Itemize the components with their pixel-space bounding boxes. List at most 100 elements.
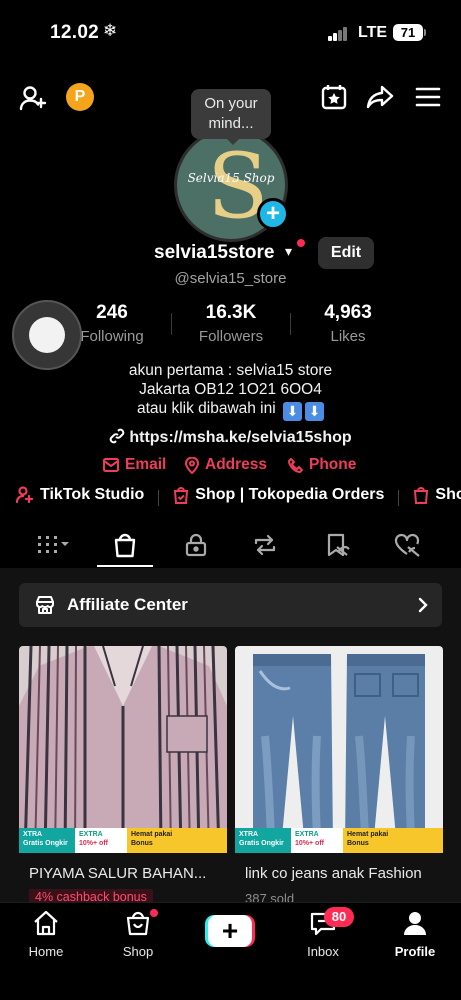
shopping-bag-check-icon [174,487,189,504]
edit-profile-button[interactable]: Edit [318,237,374,269]
badge-line: Bonus [131,840,153,847]
mail-icon [103,458,119,472]
badge-bonus: Hemat pakai Bonus [127,828,227,853]
chevron-down-icon[interactable]: ▾ [285,243,292,260]
shop-orders-label: Shop | Tokopedia Orders [195,486,385,503]
bookmark-eye-off-icon [327,533,350,557]
avatar-logo-text: Selvia15 Shop [187,171,275,185]
email-button[interactable]: Email [103,456,166,474]
phone-icon [288,457,303,473]
bio-line3: atau klik dibawah ini [136,400,276,417]
badge-line: EXTRA [295,831,319,838]
stat-likes[interactable]: 4,963 Likes [288,302,408,345]
product-title[interactable]: link co jeans anak Fashion [245,865,435,882]
nav-home[interactable]: Home [8,909,84,959]
menu-icon[interactable] [412,81,444,113]
shop-orders-shortcut[interactable]: Shop | Tokopedia Orders [173,486,384,504]
product-image-pajama[interactable] [19,646,227,853]
battery-tip [424,29,426,36]
lock-icon [185,533,207,557]
plus-icon: + [208,915,252,947]
badge-line: XTRA [23,831,43,838]
grid-icon [38,536,69,553]
profile-tabs [0,525,461,569]
tab-private[interactable] [168,525,224,565]
stat-value: 16.3K [205,302,257,323]
address-label: Address [205,456,268,473]
badge-line: Hemat pakai [347,831,389,838]
home-icon [34,910,58,936]
tab-shop[interactable] [97,525,153,565]
arrow-down-icon: ⬇ [305,402,325,421]
notification-dot [297,239,305,247]
profile-icon [404,912,426,935]
promo-badges: XTRA Gratis Ongkir EXTRA 10%+ off Hemat pa… [19,828,227,853]
badge-extra-off: EXTRA 10%+ off [291,828,343,853]
bubble-line1: On your [204,95,258,112]
assistive-touch-button[interactable] [12,300,82,370]
bottom-navigation: Home Shop + Inbox 80 Profile [0,902,461,1000]
shortcut-divider [398,490,400,506]
nav-shop[interactable]: Shop [100,909,176,959]
nav-shop-label: Shop [122,944,154,959]
email-label: Email [125,456,167,473]
tab-liked[interactable] [380,525,436,565]
status-bubble[interactable]: On your mind... [191,89,271,145]
creator-icon [16,486,34,504]
product-image-jeans[interactable] [235,646,443,853]
store-icon [36,596,54,614]
product-title[interactable]: PIYAMA SALUR BAHAN... [29,865,219,882]
shopping-bag-icon [126,911,150,936]
active-tab-indicator [97,565,153,567]
bio-link[interactable]: https://msha.ke/selvia15shop [0,428,461,447]
inbox-count-badge: 80 [324,907,354,927]
status-time: 12.02 [50,22,100,43]
user-handle: @selvia15_store [174,270,287,287]
add-story-icon[interactable]: + [257,198,289,230]
tiktok-studio-label: TikTok Studio [40,486,145,503]
stat-followers[interactable]: 16.3K Followers [171,302,291,345]
affiliate-center-banner[interactable]: Affiliate Center [19,583,442,627]
share-icon[interactable] [364,81,396,113]
username[interactable]: selvia15store [154,242,274,264]
promo-badges: XTRA Gratis Ongkir EXTRA 10%+ off Hemat pa… [235,828,443,853]
nav-profile[interactable]: Profile [377,909,453,959]
badge-line: Hemat pakai [131,831,173,838]
battery-icon: 71 [393,24,423,41]
product-card[interactable]: XTRA Gratis Ongkir EXTRA 10%+ off Hemat pa… [19,646,227,905]
product-card[interactable]: XTRA Gratis Ongkir EXTRA 10%+ off Hemat pa… [235,646,443,906]
bio: akun pertama : selvia15 store Jakarta OB… [0,361,461,421]
phone-label: Phone [309,456,357,473]
tiktok-studio-shortcut[interactable]: TikTok Studio [16,486,144,504]
badge-line: 10%+ off [295,840,324,847]
tab-favorites[interactable] [310,525,366,565]
address-button[interactable]: Address [185,456,267,474]
nav-profile-label: Profile [394,944,436,959]
nav-inbox-label: Inbox [307,944,339,959]
status-bar: 12.02 ❄ LTE 71 [0,0,461,60]
shop-more-label: Sho [435,486,461,503]
signal-icon [328,27,348,41]
bio-line3-row: atau klik dibawah ini ⬇ ⬇ [0,399,461,421]
profile-shortcuts: TikTok Studio Shop | Tokopedia Orders Sh… [16,486,461,506]
bubble-line2: mind... [208,115,254,132]
snowflake-icon: ❄ [103,21,118,40]
shopping-bag-icon [114,533,136,558]
calendar-star-icon[interactable] [318,81,350,113]
arrow-down-icon: ⬇ [283,402,303,421]
shop-shortcut[interactable]: Sho [413,486,461,504]
network-type: LTE [358,24,388,41]
phone-button[interactable]: Phone [288,456,356,474]
badge-line: XTRA [239,831,259,838]
location-pin-icon [185,456,199,474]
link-icon [110,428,125,444]
tab-videos[interactable] [26,525,82,565]
coins-icon[interactable]: P [66,83,94,111]
repost-icon [254,534,276,556]
tab-reposts[interactable] [237,525,293,565]
affiliate-center-label: Affiliate Center [67,595,188,614]
add-friend-icon[interactable] [16,81,50,115]
stat-value: 4,963 [324,302,372,323]
create-button[interactable]: + [205,915,255,947]
stat-label: Followers [198,328,264,345]
